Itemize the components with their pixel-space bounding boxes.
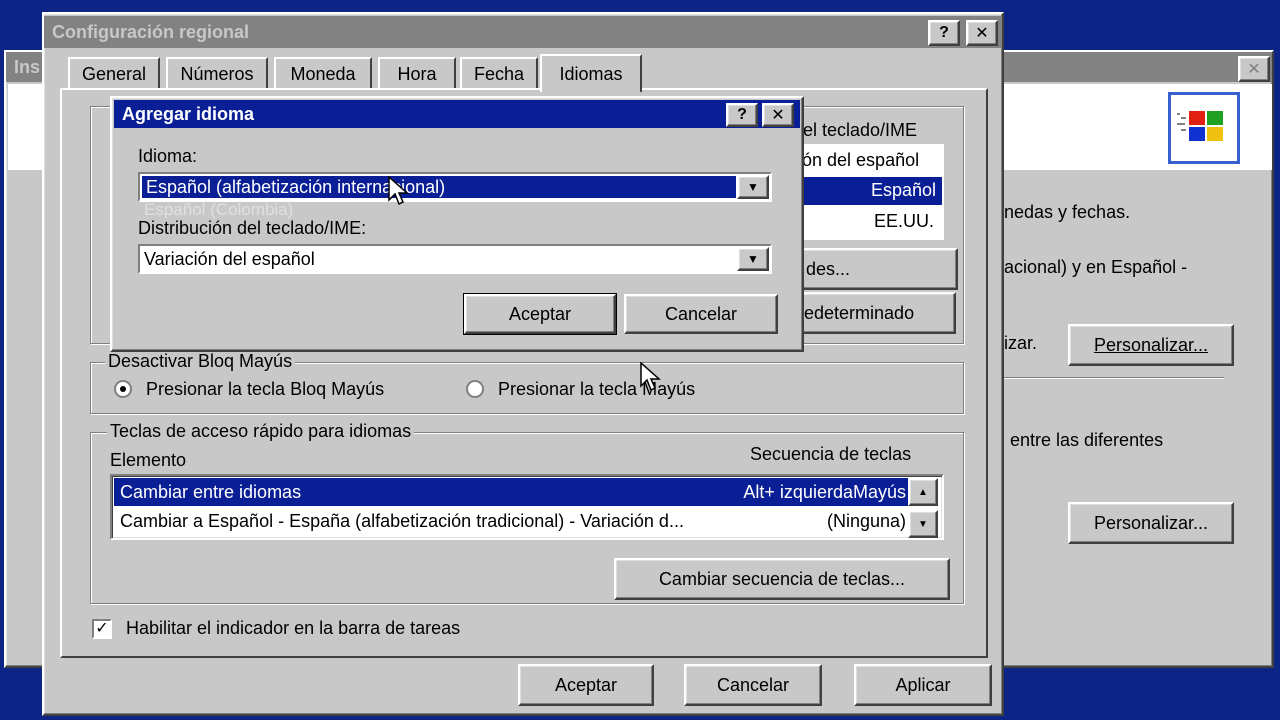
tab-moneda[interactable]: Moneda [274,57,372,89]
help-button[interactable]: ? [928,20,960,46]
scroll-up-button[interactable]: ▲ [908,478,938,506]
language-label: Idioma: [138,146,198,166]
taskbar-indicator-label[interactable]: Habilitar el indicador en la barra de ta… [126,618,460,639]
taskbar-indicator-checkbox[interactable]: ✓ [92,619,112,639]
ok-button[interactable]: Aceptar [518,664,654,706]
list-row-1: ón del español [802,150,920,170]
radio-shift-key[interactable] [466,380,484,398]
tab-general[interactable]: General [68,57,160,89]
keyboard-layout-select[interactable]: Variación del español ▼ [138,244,772,274]
bg-text-line1: nedas y fechas. [1004,202,1131,222]
regional-settings-title: Configuración regional [52,21,250,42]
add-language-titlebar[interactable]: Agregar idioma [114,100,800,128]
language-select-value: Español (alfabetización internacional) [142,176,736,198]
set-default-button[interactable]: edeterminado [798,292,956,334]
background-close-button[interactable]: ✕ [1238,56,1270,82]
apply-button[interactable]: Aplicar [854,664,992,706]
tab-numeros[interactable]: Números [166,57,268,89]
radio-capslock-key-label[interactable]: Presionar la tecla Bloq Mayús [146,379,384,400]
list-row-3: EE.UU. [873,211,934,231]
radio-shift-key-label[interactable]: Presionar la tecla Mayús [498,379,695,400]
bg-text-line3: izar. [1004,333,1038,353]
tab-idiomas[interactable]: Idiomas [540,54,642,92]
mouse-cursor-ghost-icon [640,362,661,392]
add-language-ok-button[interactable]: Aceptar [463,293,617,335]
list-row-2-selected[interactable]: Español [800,177,942,205]
bg-personalize-button-2[interactable]: Personalizar... [1068,502,1234,544]
tab-fecha[interactable]: Fecha [460,57,538,89]
add-language-cancel-button[interactable]: Cancelar [624,294,778,334]
capslock-group-label: Desactivar Bloq Mayús [105,351,296,372]
bg-text-line2: acional) y en Español - [1004,257,1188,277]
background-window-title: Ins [14,56,41,77]
bg-text-line4: entre las diferentes [1010,430,1164,450]
radio-capslock-key[interactable] [114,380,132,398]
language-select[interactable]: Español (alfabetización internacional) ▼ [138,172,772,202]
properties-button[interactable]: des... [798,248,958,290]
hotkeys-group-label: Teclas de acceso rápido para idiomas [107,421,415,442]
hotkey-row-2[interactable]: Cambiar a Español - España (alfabetizaci… [114,508,910,536]
windows-logo-icon [1168,92,1240,164]
regional-settings-titlebar[interactable]: Configuración regional [44,16,1002,48]
language-ghost-item: Español (Colombia) [144,200,294,219]
add-language-close-button[interactable]: ✕ [762,103,794,127]
installed-languages-list[interactable]: ón del español Español EE.UU. [800,144,944,240]
hotkeys-list[interactable]: Cambiar entre idiomas Alt+ izquierdaMayú… [110,474,944,540]
add-language-help-button[interactable]: ? [726,103,758,127]
add-language-title: Agregar idioma [122,103,255,124]
layout-dropdown-arrow-icon[interactable]: ▼ [737,247,769,271]
hotkey-row-1[interactable]: Cambiar entre idiomas Alt+ izquierdaMayú… [114,478,910,506]
bg-separator [1004,377,1224,379]
hotkeys-col-sequence: Secuencia de teclas [750,444,912,464]
mouse-cursor-icon [388,176,409,206]
scroll-down-button[interactable]: ▼ [908,510,938,538]
language-dropdown-arrow-icon[interactable]: ▼ [737,175,769,199]
cancel-button[interactable]: Cancelar [684,664,822,706]
tab-hora[interactable]: Hora [378,57,456,89]
bg-personalize-button-1[interactable]: Personalizar... [1068,324,1234,366]
add-language-dialog: Agregar idioma ? ✕ Idioma: Español (alfa… [110,96,804,352]
change-key-sequence-button[interactable]: Cambiar secuencia de teclas... [614,558,950,600]
close-button[interactable]: ✕ [966,20,998,46]
hotkeys-col-element: Elemento [110,450,187,470]
keyboard-layout-label: Distribución del teclado/IME: [138,218,367,238]
layout-column-header: el teclado/IME [803,120,918,140]
